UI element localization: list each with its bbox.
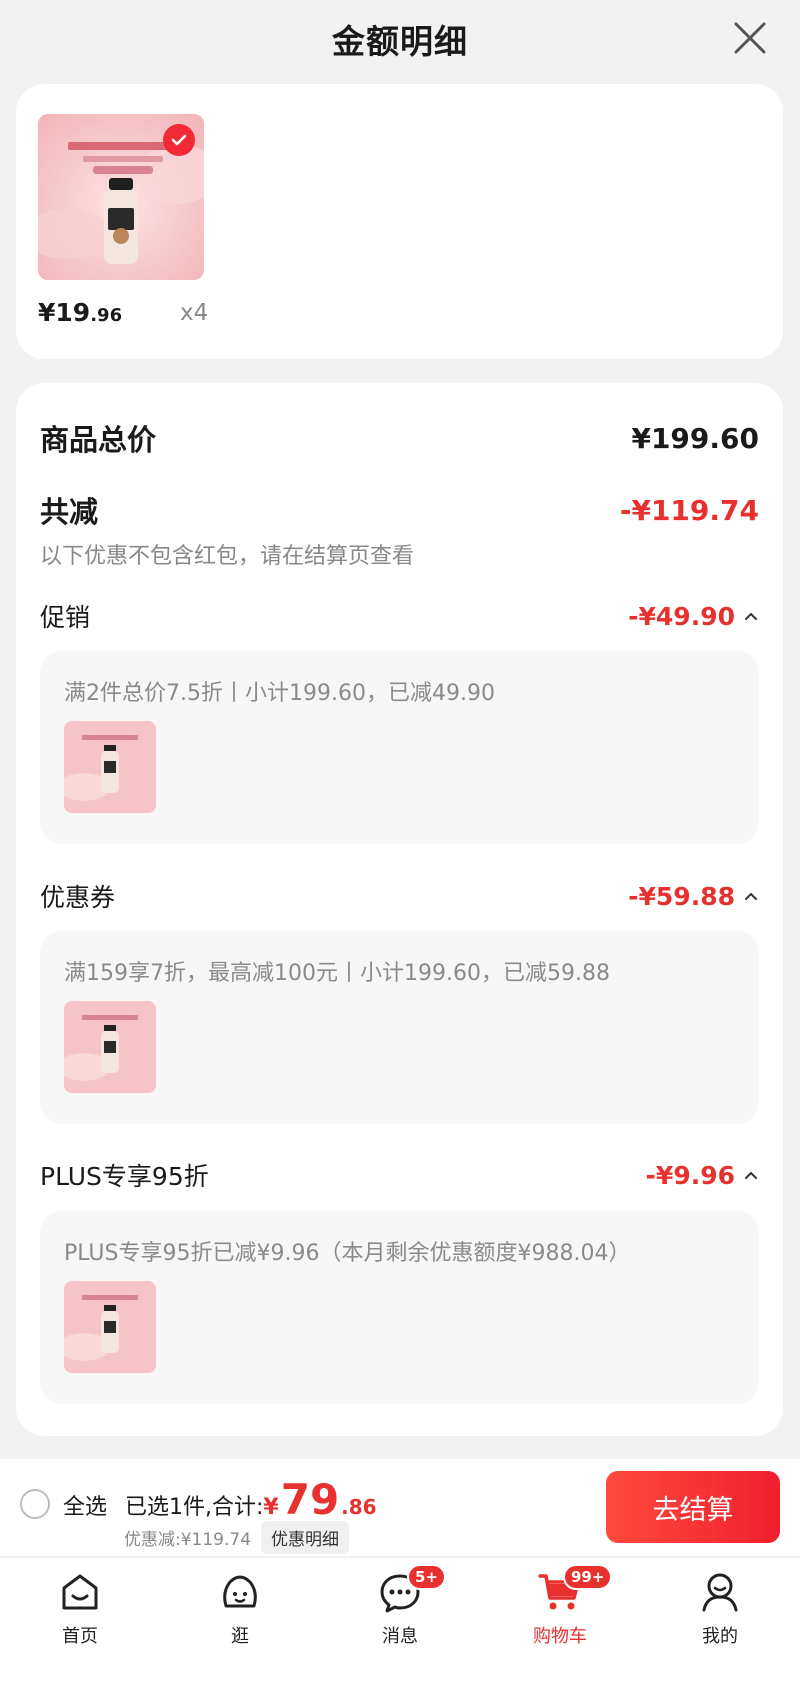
selected-total: 已选1件,合计: ¥ 79 .86 [125, 1475, 377, 1524]
product-quantity: x4 [180, 300, 209, 326]
product-thumbnail [64, 721, 156, 813]
bottom-tab-bar: 首页 逛 5+ 消息 99+ 购物车 我的 [0, 1557, 800, 1683]
discount-detail-box: 满2件总价7.5折丨小计199.60，已减49.90 [40, 651, 759, 844]
total-amount: 79 [280, 1475, 340, 1524]
discount-amount: -¥9.96 [646, 1161, 759, 1190]
chevron-up-icon[interactable] [743, 1167, 759, 1183]
tab-browse[interactable]: 逛 [185, 1568, 295, 1658]
browse-icon [223, 1575, 257, 1608]
product-price: ¥19.96 [38, 298, 123, 327]
total-price-value: ¥199.60 [631, 421, 759, 455]
total-reduce-row: 共减 -¥119.74 [40, 489, 759, 531]
total-reduce-value: -¥119.74 [619, 493, 759, 527]
discount-row-coupon[interactable]: 优惠券 -¥59.88 [40, 878, 759, 914]
discount-row-promotion[interactable]: 促销 -¥49.90 [40, 598, 759, 634]
product-card: ¥19.96 x4 [16, 84, 783, 359]
select-all-label[interactable]: 全选 [63, 1489, 107, 1521]
discount-amount: -¥49.90 [628, 602, 759, 631]
tab-messages[interactable]: 5+ 消息 [345, 1564, 455, 1658]
home-icon [62, 1574, 98, 1610]
total-price-row: 商品总价 ¥199.60 [40, 417, 759, 459]
chevron-up-icon[interactable] [743, 888, 759, 904]
checkout-button[interactable]: 去结算 [606, 1471, 780, 1543]
close-icon[interactable] [730, 18, 770, 58]
discount-detail-box: 满159享7折，最高减100元丨小计199.60，已减59.88 [40, 931, 759, 1124]
discount-summary: 优惠减:¥119.74 优惠明细 [124, 1521, 350, 1554]
discount-detail-button[interactable]: 优惠明细 [261, 1521, 350, 1554]
checkout-bar: 全选 已选1件,合计: ¥ 79 .86 优惠减:¥119.74 优惠明细 去结… [0, 1459, 800, 1556]
total-reduce-label: 共减 [40, 495, 99, 529]
message-badge: 5+ [407, 1564, 447, 1590]
modal-header: 金额明细 [0, 0, 800, 78]
reduce-note: 以下优惠不包含红包，请在结算页查看 [40, 544, 415, 569]
tab-home[interactable]: 首页 [25, 1568, 135, 1658]
discount-detail-box: PLUS专享95折已减¥9.96（本月剩余优惠额度¥988.04） [40, 1211, 759, 1404]
discount-label: 优惠券 [40, 883, 116, 912]
total-price-label: 商品总价 [40, 423, 157, 457]
discount-amount: -¥59.88 [628, 882, 759, 911]
tab-profile[interactable]: 我的 [665, 1568, 775, 1658]
select-all-radio[interactable] [20, 1489, 50, 1519]
cart-badge: 99+ [563, 1564, 613, 1590]
chevron-up-icon[interactable] [743, 608, 759, 624]
selected-check-icon[interactable] [163, 124, 195, 156]
page-title: 金额明细 [332, 22, 468, 61]
tab-cart[interactable]: 99+ 购物车 [505, 1564, 615, 1658]
discount-desc: PLUS专享95折已减¥9.96（本月剩余优惠额度¥988.04） [64, 1241, 631, 1266]
discount-label: 促销 [40, 603, 91, 632]
price-detail-card: 商品总价 ¥199.60 共减 -¥119.74 以下优惠不包含红包，请在结算页… [16, 383, 783, 1436]
product-thumbnail [64, 1001, 156, 1093]
discount-row-plus[interactable]: PLUS专享95折 -¥9.96 [40, 1157, 759, 1193]
discount-label: PLUS专享95折 [40, 1162, 209, 1191]
discount-desc: 满159享7折，最高减100元丨小计199.60，已减59.88 [64, 961, 610, 986]
discount-desc: 满2件总价7.5折丨小计199.60，已减49.90 [64, 681, 495, 706]
profile-icon [702, 1573, 738, 1612]
product-thumbnail [64, 1281, 156, 1373]
